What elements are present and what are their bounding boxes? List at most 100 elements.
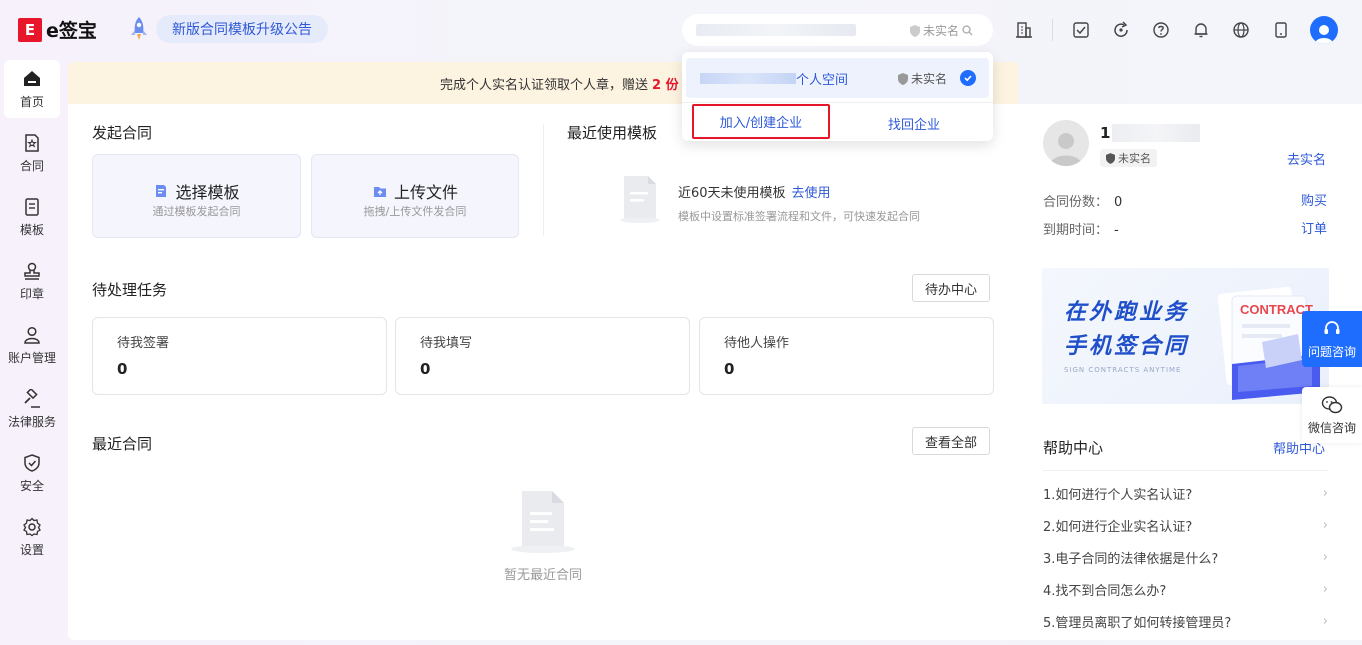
right-panel: 1 未实名 去实名 合同份数： 0 购买 到期时间： - 订单 在外跑业务 手机签合… [1018,104,1362,640]
recent-templates-title: 最近使用模板 [567,124,658,142]
chevron-right-icon: › [1322,550,1328,565]
mobile-icon[interactable] [1269,18,1293,42]
space-status: 未实名 [898,70,947,87]
start-contract-title: 发起合同 [92,124,153,142]
globe-icon[interactable] [1229,18,1253,42]
top-bar: E e签宝 新版合同模板升级公告 未实名 [0,0,1362,60]
gear-icon [23,517,41,536]
space-name: 个人空间 [796,73,849,88]
nav-item-security[interactable]: 安全 [4,444,60,502]
check-icon [960,70,976,86]
recover-enterprise-button[interactable]: 找回企业 [888,114,940,133]
seal-icon [24,262,40,280]
order-link[interactable]: 订单 [1301,218,1327,237]
upload-file-card[interactable]: 上传文件 拖拽/上传文件发合同 [311,154,519,238]
chevron-right-icon: › [1322,486,1328,501]
empty-contract-icon [511,491,575,553]
profile-name: 1 [1100,124,1111,142]
template-card-icon [156,185,167,197]
chevron-right-icon: › [1322,614,1328,629]
user-avatar-icon[interactable] [1310,16,1338,44]
task-card-sign[interactable]: 待我签署 0 [92,317,387,395]
shield-icon [24,453,40,472]
help-item[interactable]: 1.如何进行个人实名认证? › [1043,484,1328,503]
recent-contracts-title: 最近合同 [92,435,153,453]
wechat-button[interactable]: 微信咨询 [1302,387,1362,443]
nav-item-settings[interactable]: 设置 [4,508,60,566]
view-all-button[interactable]: 查看全部 [912,427,991,455]
help-item[interactable]: 5.管理员离职了如何转接管理员? › [1043,612,1328,631]
task-card-others[interactable]: 待他人操作 0 [699,317,994,395]
notice[interactable]: 新版合同模板升级公告 [128,15,328,43]
divider [1052,19,1053,41]
task-card-fill[interactable]: 待我填写 0 [395,317,690,395]
nav-label: 印章 [19,286,44,301]
task-count: 0 [117,360,128,378]
task-label: 待我签署 [117,336,170,351]
nav-item-template[interactable]: 模板 [4,188,60,246]
divider [543,124,544,236]
notice-pill[interactable]: 新版合同模板升级公告 [156,15,328,43]
help-item-text: 4.找不到合同怎么办? [1043,584,1167,599]
task-check-icon[interactable] [1069,18,1093,42]
template-icon [25,197,39,216]
task-count: 0 [724,360,735,378]
verify-link[interactable]: 去实名 [1287,149,1326,168]
help-item[interactable]: 4.找不到合同怎么办? › [1043,580,1328,599]
account-icon [24,326,40,344]
no-template-text: 近60天未使用模板 [678,186,786,201]
help-item[interactable]: 2.如何进行企业实名认证? › [1043,516,1328,535]
empty-contracts-text: 暂无最近合同 [503,568,582,583]
task-label: 待他人操作 [724,336,790,351]
status-text: 未实名 [1118,152,1151,165]
avatar [1043,120,1089,166]
personal-space-option[interactable]: 个人空间 未实名 [686,58,989,98]
count-value: 0 [1114,195,1123,210]
shield-icon [909,24,920,37]
choose-template-label: 选择模板 [175,183,240,202]
nav-label: 合同 [19,158,44,173]
buy-link[interactable]: 购买 [1301,190,1327,209]
help-item-text: 5.管理员离职了如何转接管理员? [1043,616,1232,631]
redacted-name [1112,124,1200,142]
banner-highlight: 2 份 [652,77,679,93]
help-item[interactable]: 3.电子合同的法律依据是什么? › [1043,548,1328,567]
nav-item-seal[interactable]: 印章 [4,252,60,310]
nav-item-contract[interactable]: 合同 [4,124,60,182]
promo-line1: 在外跑业务 [1064,300,1190,325]
template-hint: 模板中设置标准签署流程和文件，可快速发起合同 [678,210,920,223]
headset-icon [1324,320,1340,334]
chevron-right-icon: › [1322,518,1328,533]
use-template-link[interactable]: 去使用 [792,186,831,201]
choose-template-card[interactable]: 选择模板 通过模板发起合同 [92,154,301,238]
shield-icon [898,72,908,85]
promo-line2: 手机签合同 [1064,334,1190,359]
promo-sub: SIGN CONTRACTS ANYTIME [1064,366,1182,374]
task-count: 0 [420,360,431,378]
pending-tasks-title: 待处理任务 [92,281,168,299]
shield-icon [1106,152,1115,164]
expire-row: 到期时间： - [1043,219,1119,238]
todo-center-button[interactable]: 待办中心 [912,274,991,302]
nav-item-account[interactable]: 账户管理 [4,316,60,374]
building-icon[interactable] [1012,18,1036,42]
nav-item-legal[interactable]: 法律服务 [4,380,60,438]
space-switcher[interactable]: 未实名 [682,14,993,46]
status-badge: 未实名 [1100,149,1157,167]
nav-item-home[interactable]: 首页 [4,60,60,118]
promo-banner[interactable]: 在外跑业务 手机签合同 SIGN CONTRACTS ANYTIME CONTR… [1042,268,1329,404]
nav-label: 账户管理 [7,350,56,365]
join-create-enterprise-button[interactable]: 加入/创建企业 [692,104,830,139]
consult-button[interactable]: 问题咨询 [1302,311,1362,367]
help-icon[interactable] [1149,18,1173,42]
logo-text: e签宝 [46,20,97,42]
help-center-title: 帮助中心 [1043,439,1104,457]
logo[interactable]: E e签宝 [18,16,97,43]
redacted-name [696,24,856,36]
bell-icon[interactable] [1189,18,1213,42]
help-item-text: 2.如何进行企业实名认证? [1043,520,1193,535]
refresh-icon[interactable] [1109,18,1133,42]
divider [682,102,993,103]
top-icons [1012,18,1309,42]
contract-count-row: 合同份数： 0 [1043,191,1122,210]
